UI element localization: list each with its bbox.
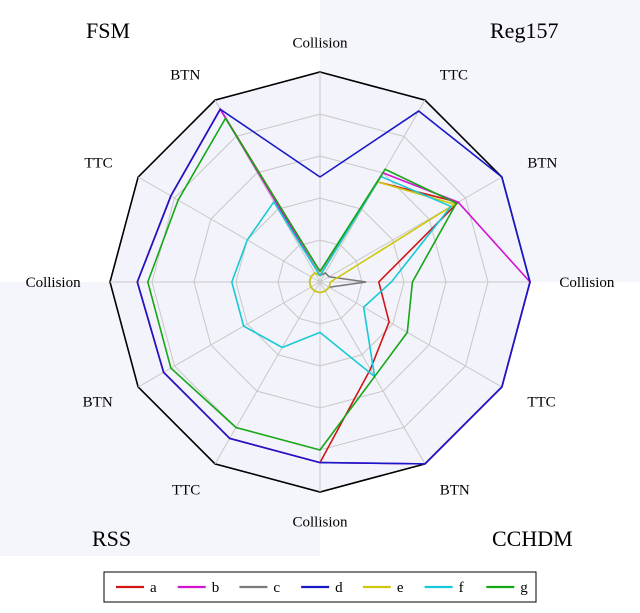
radar-chart: Collision TTC BTN Collision TTC BTN Collision T… (0, 0, 640, 613)
legend-label-f: f (459, 580, 464, 596)
axis-label: TTC (527, 395, 555, 411)
axis-label: TTC (84, 155, 112, 171)
legend-label-d: d (335, 580, 343, 596)
axis-label: BTN (440, 482, 470, 498)
axis-label: Collision (292, 514, 348, 530)
corner-reg157: Reg157 (490, 18, 558, 43)
corner-fsm: FSM (86, 18, 130, 43)
axis-label: TTC (440, 68, 468, 84)
legend-label-e: e (397, 580, 404, 596)
axis-label: Collision (559, 275, 615, 291)
legend-label-g: g (520, 580, 528, 596)
legend-label-b: b (212, 580, 220, 596)
axis-label: BTN (83, 395, 113, 411)
axis-label: Collision (26, 275, 82, 291)
legend-label-c: c (273, 580, 280, 596)
axis-label: Collision (292, 36, 348, 52)
legend-label-a: a (150, 580, 157, 596)
axis-label: BTN (527, 155, 557, 171)
corner-cchdm: CCHDM (492, 526, 573, 551)
axis-label: TTC (172, 482, 200, 498)
axis-label: BTN (170, 68, 200, 84)
corner-rss: RSS (92, 526, 131, 551)
